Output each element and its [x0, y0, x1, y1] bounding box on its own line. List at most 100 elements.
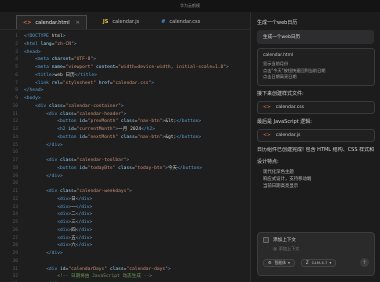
code-text: </div>: [46, 251, 63, 256]
code-line[interactable]: 4 <meta charset="UTF-8">: [0, 56, 250, 64]
code-line[interactable]: 32 <!-- 日期将由 JavaScript 动态生成 -->: [0, 273, 250, 281]
code-line[interactable]: 22 <div>日</div>: [0, 196, 250, 204]
line-number: 1: [15, 34, 18, 39]
code-line[interactable]: 13 <h2 id="currentMonth">一月 2024</h2>: [0, 126, 250, 134]
line-number: 8: [15, 88, 18, 94]
code-text: <div>日</div>: [57, 196, 93, 202]
chevron-down-icon: ▾: [287, 260, 290, 265]
code-line[interactable]: 14 <button id="nextMonth" class="nav-btn…: [0, 134, 250, 142]
mode-selector[interactable]: ⚙ 智能体 ▾: [263, 258, 295, 267]
line-number: 28: [12, 243, 18, 249]
code-line[interactable]: 3 <head>: [0, 49, 250, 57]
tab-calendar-js[interactable]: JS calendar.js: [97, 15, 145, 29]
file-card-css[interactable]: <> calendar.css: [257, 100, 375, 114]
code-text: <div>二</div>: [57, 212, 93, 218]
code-text: <div class="calendar-header">: [46, 111, 127, 117]
code-text: <div id="calendarDays" class="calendar-d…: [46, 266, 171, 272]
code-line[interactable]: 8 </head>: [0, 87, 250, 95]
code-line[interactable]: 18 <button id="todayBtn" class="today-bt…: [0, 165, 250, 173]
code-preview-line: 点击日期高亮日期: [263, 74, 297, 79]
code-text: <!-- 日期将由 JavaScript 动态生成 -->: [24, 274, 153, 280]
line-number: 2: [15, 41, 18, 47]
summary-text: 日历组件已创建完成! 包含 HTML 结构、CSS 样式和 JavaScript…: [257, 146, 374, 153]
file-card-js[interactable]: <> calendar.js: [257, 128, 375, 142]
feature-list: 现代化深色主题 响应式设计，支持移动端 当前日期高亮显示: [257, 169, 374, 190]
code-line[interactable]: 21 <div class="calendar-weekdays">: [0, 188, 250, 196]
line-number: 22: [12, 196, 18, 202]
code-line[interactable]: 17 <div class="calendar-toolbar">: [0, 157, 250, 165]
code-text: <div>一</div>: [57, 204, 93, 210]
send-icon: ↑: [362, 259, 367, 266]
code-line[interactable]: 20: [0, 180, 250, 188]
line-number: 31: [12, 266, 18, 272]
tab-calendar-css[interactable]: # calendar.css: [155, 15, 206, 29]
send-button[interactable]: ↑: [360, 258, 369, 267]
title-bar: 华为云鹤模: [0, 0, 380, 12]
css-intro-text: 接下来创建样式文件:: [257, 90, 304, 97]
feature-item: 现代化深色主题: [263, 169, 294, 175]
tab-label: calendar.css: [169, 19, 201, 25]
code-line[interactable]: 16: [0, 149, 250, 157]
chat-input-box[interactable]: 添加上下文 @ 添加上下文 ⚙ 智能体 ▾ Z GLM-4.7 ▾ ↑: [257, 232, 375, 276]
line-number: 27: [12, 235, 18, 241]
code-preview-title: calendar.html: [263, 53, 294, 58]
code-line[interactable]: 5 <meta name="viewport" content="width=d…: [0, 64, 250, 72]
code-line[interactable]: 11 <div class="calendar-header">: [0, 111, 250, 119]
code-text: <div>四</div>: [57, 227, 93, 233]
context-checkbox[interactable]: [263, 237, 269, 243]
line-number: 20: [12, 181, 18, 187]
code-preview-box[interactable]: calendar.html 显示当前月份 点击"今天"按钮快速回到当前日期 点击…: [257, 48, 375, 86]
code-line[interactable]: 26 <div>四</div>: [0, 227, 250, 235]
code-text: </div>: [46, 142, 63, 148]
tab-label: calendar.js: [112, 19, 140, 25]
code-line[interactable]: 19 </div>: [0, 173, 250, 181]
code-line[interactable]: 7 <link rel="stylesheet" href="calendar.…: [0, 80, 250, 88]
model-selector[interactable]: Z GLM-4.7 ▾: [300, 258, 337, 267]
chat-heading: 生成一个web日历: [257, 20, 298, 26]
code-text: <button id="todayBtn" class="today-btn">…: [57, 165, 203, 171]
code-line[interactable]: 28 <div>六</div>: [0, 242, 250, 250]
code-line[interactable]: 29 </div>: [0, 250, 250, 258]
code-text: <html lang="zh-CN">: [24, 41, 77, 47]
tab-label: calendar.html: [35, 19, 70, 26]
code-editor[interactable]: 1 <!DOCTYPE html> 2 <html lang="zh-CN"> 3 <he…: [0, 31, 250, 282]
code-line[interactable]: 6 <title>web 日历</title>: [0, 72, 250, 80]
code-line[interactable]: 1 <!DOCTYPE html>: [0, 33, 250, 41]
code-line[interactable]: 25 <div>三</div>: [0, 219, 250, 227]
code-text: <!DOCTYPE html>: [24, 34, 66, 39]
line-number: 7: [15, 80, 18, 86]
line-number: 14: [12, 134, 18, 140]
line-number: 21: [12, 189, 18, 194]
code-line[interactable]: 23 <div>一</div>: [0, 204, 250, 212]
tab-calendar-html[interactable]: <> calendar.html ✕: [16, 15, 87, 29]
line-number: 15: [12, 142, 18, 148]
code-line[interactable]: 30: [0, 258, 250, 266]
code-file-icon: <>: [263, 132, 271, 138]
line-number: 19: [12, 173, 18, 179]
line-number: 16: [12, 150, 18, 156]
code-text: <meta name="viewport" content="width=dev…: [35, 65, 229, 70]
code-text: <h2 id="currentMonth">一月 2024</h2>: [57, 127, 156, 132]
close-icon[interactable]: ✕: [76, 20, 80, 26]
feature-item: 响应式设计，支持移动端: [263, 176, 312, 182]
design-heading: 设计特点:: [257, 158, 279, 165]
code-line[interactable]: 2 <html lang="zh-CN">: [0, 41, 250, 49]
code-text: <head>: [24, 49, 41, 55]
line-number: 17: [12, 158, 18, 163]
chat-input-placeholder[interactable]: @ 添加上下文: [263, 246, 369, 252]
code-text: <body>: [24, 96, 41, 101]
code-text: <div class="calendar-container">: [35, 103, 124, 109]
code-text: <button id="nextMonth" class="nav-btn">&…: [57, 134, 202, 140]
code-line[interactable]: 24 <div>二</div>: [0, 211, 250, 219]
code-line[interactable]: 12 <button id="prevMonth" class="nav-btn…: [0, 118, 250, 126]
code-text: </head>: [24, 88, 44, 94]
file-card-label: calendar.js: [275, 132, 301, 138]
code-line[interactable]: 9 <body>: [0, 95, 250, 103]
html-file-icon: <>: [23, 19, 32, 26]
code-line[interactable]: 10 <div class="calendar-container">: [0, 103, 250, 111]
code-line[interactable]: 15 </div>: [0, 142, 250, 150]
code-line[interactable]: 27 <div>五</div>: [0, 235, 250, 243]
user-message: 生成一个web日历: [257, 30, 374, 44]
code-text: <button id="prevMonth" class="nav-btn">&…: [57, 119, 202, 125]
code-line[interactable]: 31 <div id="calendarDays" class="calenda…: [0, 266, 250, 274]
